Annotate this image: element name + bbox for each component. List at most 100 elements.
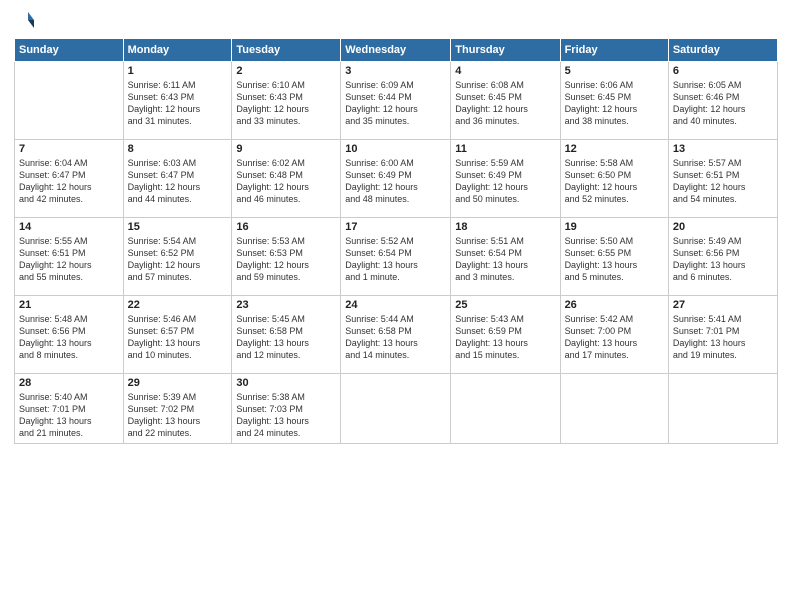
day-number: 2 bbox=[236, 65, 336, 77]
day-number: 18 bbox=[455, 221, 555, 233]
day-number: 4 bbox=[455, 65, 555, 77]
day-number: 5 bbox=[565, 65, 664, 77]
calendar-day-cell: 7 Sunrise: 6:04 AM Sunset: 6:47 PM Daylig… bbox=[15, 140, 124, 218]
day-info: Sunrise: 5:45 AM Sunset: 6:58 PM Dayligh… bbox=[236, 313, 336, 362]
day-info: Sunrise: 6:02 AM Sunset: 6:48 PM Dayligh… bbox=[236, 157, 336, 206]
day-info: Sunrise: 5:54 AM Sunset: 6:52 PM Dayligh… bbox=[128, 235, 228, 284]
calendar-week-row: 21Sunrise: 5:48 AM Sunset: 6:56 PM Dayli… bbox=[15, 296, 778, 374]
day-info: Sunrise: 6:05 AM Sunset: 6:46 PM Dayligh… bbox=[673, 79, 773, 128]
calendar-week-row: 14 Sunrise: 5:55 AM Sunset: 6:51 PM Dayli… bbox=[15, 218, 778, 296]
day-number: 29 bbox=[128, 377, 228, 389]
calendar-day-cell: 28 Sunrise: 5:40 AM Sunset: 7:01 PM Dayli… bbox=[15, 374, 124, 444]
calendar-weekday-header: Thursday bbox=[451, 39, 560, 62]
calendar-day-cell bbox=[15, 62, 124, 140]
calendar-weekday-header: Monday bbox=[123, 39, 232, 62]
calendar-week-row: 1 Sunrise: 6:11 AM Sunset: 6:43 PM Daylig… bbox=[15, 62, 778, 140]
day-number: 25 bbox=[455, 299, 555, 311]
day-number: 17 bbox=[345, 221, 446, 233]
day-number: 19 bbox=[565, 221, 664, 233]
calendar-day-cell: 27 Sunrise: 5:41 AM Sunset: 7:01 PM Dayli… bbox=[668, 296, 777, 374]
calendar-day-cell: 22 Sunrise: 5:46 AM Sunset: 6:57 PM Dayli… bbox=[123, 296, 232, 374]
calendar-weekday-header: Tuesday bbox=[232, 39, 341, 62]
day-info: Sunrise: 5:49 AM Sunset: 6:56 PM Dayligh… bbox=[673, 235, 773, 284]
day-number: 28 bbox=[19, 377, 119, 389]
day-number: 12 bbox=[565, 143, 664, 155]
calendar-day-cell: 8Sunrise: 6:03 AM Sunset: 6:47 PM Daylig… bbox=[123, 140, 232, 218]
day-number: 11 bbox=[455, 143, 555, 155]
day-info: Sunrise: 5:46 AM Sunset: 6:57 PM Dayligh… bbox=[128, 313, 228, 362]
day-number: 23 bbox=[236, 299, 336, 311]
calendar-weekday-header: Wednesday bbox=[341, 39, 451, 62]
day-number: 6 bbox=[673, 65, 773, 77]
day-number: 1 bbox=[128, 65, 228, 77]
day-number: 24 bbox=[345, 299, 446, 311]
calendar-day-cell: 30 Sunrise: 5:38 AM Sunset: 7:03 PM Dayli… bbox=[232, 374, 341, 444]
calendar-weekday-header: Sunday bbox=[15, 39, 124, 62]
day-info: Sunrise: 6:06 AM Sunset: 6:45 PM Dayligh… bbox=[565, 79, 664, 128]
day-info: Sunrise: 6:04 AM Sunset: 6:47 PM Dayligh… bbox=[19, 157, 119, 206]
day-number: 15 bbox=[128, 221, 228, 233]
calendar-day-cell: 15 Sunrise: 5:54 AM Sunset: 6:52 PM Dayli… bbox=[123, 218, 232, 296]
calendar-day-cell: 6 Sunrise: 6:05 AM Sunset: 6:46 PM Daylig… bbox=[668, 62, 777, 140]
day-info: Sunrise: 5:44 AM Sunset: 6:58 PM Dayligh… bbox=[345, 313, 446, 362]
day-number: 16 bbox=[236, 221, 336, 233]
day-info: Sunrise: 5:41 AM Sunset: 7:01 PM Dayligh… bbox=[673, 313, 773, 362]
day-number: 27 bbox=[673, 299, 773, 311]
page-header bbox=[14, 10, 778, 32]
calendar-day-cell: 2 Sunrise: 6:10 AM Sunset: 6:43 PM Daylig… bbox=[232, 62, 341, 140]
day-info: Sunrise: 5:50 AM Sunset: 6:55 PM Dayligh… bbox=[565, 235, 664, 284]
day-number: 14 bbox=[19, 221, 119, 233]
calendar-day-cell: 26 Sunrise: 5:42 AM Sunset: 7:00 PM Dayli… bbox=[560, 296, 668, 374]
calendar-day-cell bbox=[668, 374, 777, 444]
day-info: Sunrise: 5:59 AM Sunset: 6:49 PM Dayligh… bbox=[455, 157, 555, 206]
day-info: Sunrise: 6:09 AM Sunset: 6:44 PM Dayligh… bbox=[345, 79, 446, 128]
logo-icon bbox=[14, 10, 36, 32]
day-info: Sunrise: 6:00 AM Sunset: 6:49 PM Dayligh… bbox=[345, 157, 446, 206]
day-info: Sunrise: 5:42 AM Sunset: 7:00 PM Dayligh… bbox=[565, 313, 664, 362]
page-container: SundayMondayTuesdayWednesdayThursdayFrid… bbox=[0, 0, 792, 454]
calendar-day-cell: 19 Sunrise: 5:50 AM Sunset: 6:55 PM Dayli… bbox=[560, 218, 668, 296]
calendar-day-cell: 13Sunrise: 5:57 AM Sunset: 6:51 PM Dayli… bbox=[668, 140, 777, 218]
day-number: 26 bbox=[565, 299, 664, 311]
calendar-week-row: 28 Sunrise: 5:40 AM Sunset: 7:01 PM Dayli… bbox=[15, 374, 778, 444]
calendar-day-cell: 1 Sunrise: 6:11 AM Sunset: 6:43 PM Daylig… bbox=[123, 62, 232, 140]
calendar-day-cell: 25 Sunrise: 5:43 AM Sunset: 6:59 PM Dayli… bbox=[451, 296, 560, 374]
day-info: Sunrise: 5:52 AM Sunset: 6:54 PM Dayligh… bbox=[345, 235, 446, 284]
day-number: 3 bbox=[345, 65, 446, 77]
calendar-day-cell bbox=[560, 374, 668, 444]
day-info: Sunrise: 5:58 AM Sunset: 6:50 PM Dayligh… bbox=[565, 157, 664, 206]
calendar-week-row: 7 Sunrise: 6:04 AM Sunset: 6:47 PM Daylig… bbox=[15, 140, 778, 218]
day-info: Sunrise: 6:11 AM Sunset: 6:43 PM Dayligh… bbox=[128, 79, 228, 128]
calendar-header-row: SundayMondayTuesdayWednesdayThursdayFrid… bbox=[15, 39, 778, 62]
calendar-day-cell: 11 Sunrise: 5:59 AM Sunset: 6:49 PM Dayli… bbox=[451, 140, 560, 218]
day-info: Sunrise: 5:38 AM Sunset: 7:03 PM Dayligh… bbox=[236, 391, 336, 440]
day-info: Sunrise: 6:10 AM Sunset: 6:43 PM Dayligh… bbox=[236, 79, 336, 128]
calendar-day-cell: 29 Sunrise: 5:39 AM Sunset: 7:02 PM Dayli… bbox=[123, 374, 232, 444]
day-number: 7 bbox=[19, 143, 119, 155]
calendar-table: SundayMondayTuesdayWednesdayThursdayFrid… bbox=[14, 38, 778, 444]
day-number: 20 bbox=[673, 221, 773, 233]
day-info: Sunrise: 5:43 AM Sunset: 6:59 PM Dayligh… bbox=[455, 313, 555, 362]
calendar-day-cell: 3 Sunrise: 6:09 AM Sunset: 6:44 PM Daylig… bbox=[341, 62, 451, 140]
day-number: 30 bbox=[236, 377, 336, 389]
calendar-weekday-header: Friday bbox=[560, 39, 668, 62]
calendar-day-cell bbox=[341, 374, 451, 444]
logo bbox=[14, 10, 38, 32]
calendar-day-cell: 4 Sunrise: 6:08 AM Sunset: 6:45 PM Daylig… bbox=[451, 62, 560, 140]
calendar-day-cell bbox=[451, 374, 560, 444]
day-info: Sunrise: 5:40 AM Sunset: 7:01 PM Dayligh… bbox=[19, 391, 119, 440]
calendar-day-cell: 9 Sunrise: 6:02 AM Sunset: 6:48 PM Daylig… bbox=[232, 140, 341, 218]
calendar-day-cell: 24 Sunrise: 5:44 AM Sunset: 6:58 PM Dayli… bbox=[341, 296, 451, 374]
day-info: Sunrise: 5:48 AM Sunset: 6:56 PM Dayligh… bbox=[19, 313, 119, 362]
day-number: 9 bbox=[236, 143, 336, 155]
day-number: 10 bbox=[345, 143, 446, 155]
day-info: Sunrise: 5:51 AM Sunset: 6:54 PM Dayligh… bbox=[455, 235, 555, 284]
day-info: Sunrise: 6:08 AM Sunset: 6:45 PM Dayligh… bbox=[455, 79, 555, 128]
day-number: 22 bbox=[128, 299, 228, 311]
day-info: Sunrise: 5:55 AM Sunset: 6:51 PM Dayligh… bbox=[19, 235, 119, 284]
calendar-day-cell: 21Sunrise: 5:48 AM Sunset: 6:56 PM Dayli… bbox=[15, 296, 124, 374]
day-number: 8 bbox=[128, 143, 228, 155]
day-info: Sunrise: 5:57 AM Sunset: 6:51 PM Dayligh… bbox=[673, 157, 773, 206]
day-info: Sunrise: 5:39 AM Sunset: 7:02 PM Dayligh… bbox=[128, 391, 228, 440]
calendar-day-cell: 23 Sunrise: 5:45 AM Sunset: 6:58 PM Dayli… bbox=[232, 296, 341, 374]
